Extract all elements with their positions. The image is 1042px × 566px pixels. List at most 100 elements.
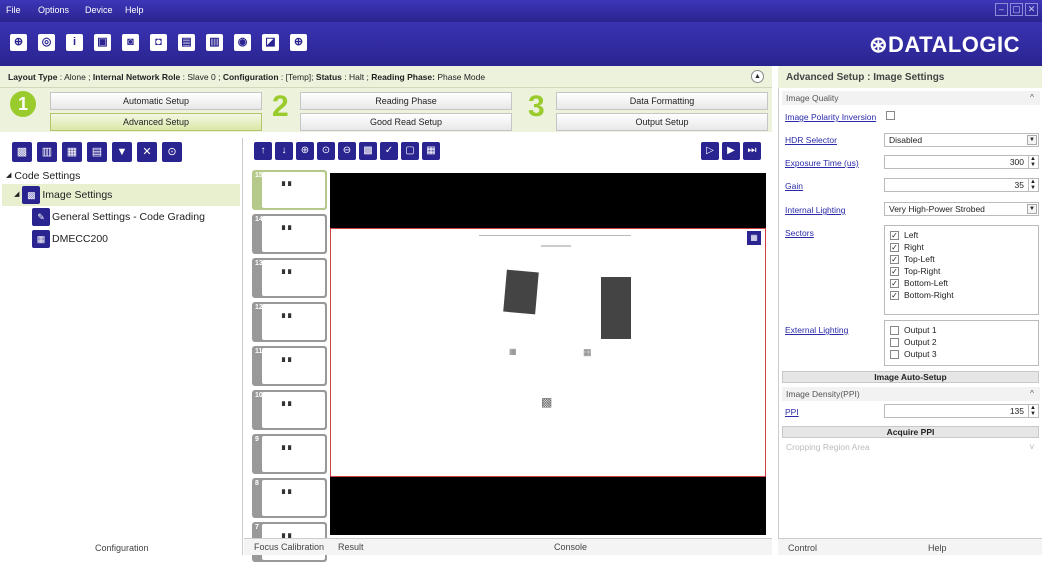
gain-input[interactable]: 35 ▲ ▼ xyxy=(884,178,1039,192)
barcode-icon[interactable]: ▥ xyxy=(37,142,57,162)
save-image-icon[interactable]: ▩ xyxy=(359,142,377,160)
tree-item-image-settings[interactable]: ◢ ▩ Image Settings xyxy=(2,184,240,206)
help-tab[interactable]: Help xyxy=(928,543,947,553)
camera-icon[interactable]: ◙ xyxy=(122,34,139,51)
cropping-region-section[interactable]: Cropping Region Area v xyxy=(782,440,1040,454)
checkbox[interactable] xyxy=(890,349,899,359)
checkbox-checked[interactable]: ✓ xyxy=(890,266,899,276)
frame-icon[interactable]: ▢ xyxy=(401,142,419,160)
spinner-icon[interactable]: ▲ ▼ xyxy=(1028,156,1037,168)
chevron-down-icon[interactable]: v xyxy=(1030,441,1034,451)
sector-bottom-right[interactable]: ✓ Bottom-Right xyxy=(890,289,1033,301)
menu-file[interactable]: File xyxy=(6,5,21,15)
acquire-ppi-button[interactable]: Acquire PPI xyxy=(782,426,1039,438)
hdr-selector-label[interactable]: HDR Selector xyxy=(785,135,837,145)
sector-top-left[interactable]: ✓ Top-Left xyxy=(890,253,1033,265)
sector-right[interactable]: ✓ Right xyxy=(890,241,1033,253)
output-2[interactable]: Output 2 xyxy=(890,336,1033,348)
focus-calibration-tab[interactable]: Focus Calibration xyxy=(254,542,324,552)
chevron-down-icon[interactable]: ▼ xyxy=(1027,204,1037,214)
good-read-setup-button[interactable]: Good Read Setup xyxy=(300,113,512,131)
image-density-section[interactable]: Image Density(PPI) ^ xyxy=(782,387,1040,401)
arrow-down-icon[interactable]: ↓ xyxy=(275,142,293,160)
automatic-setup-button[interactable]: Automatic Setup xyxy=(50,92,262,110)
tree-root[interactable]: ◢ Code Settings xyxy=(2,168,240,184)
thumbnail[interactable]: 11 ▘▘ xyxy=(252,346,327,386)
checkbox[interactable] xyxy=(890,325,899,335)
thumbnail[interactable]: 12 ▘▘ xyxy=(252,302,327,342)
result-tab[interactable]: Result xyxy=(338,542,364,552)
checkbox-checked[interactable]: ✓ xyxy=(890,278,899,288)
internal-lighting-dropdown[interactable]: Very High-Power Strobed ▼ xyxy=(884,202,1039,216)
image-auto-setup-button[interactable]: Image Auto-Setup xyxy=(782,371,1039,383)
info-icon[interactable]: i xyxy=(66,34,83,51)
zoom-in-icon[interactable]: ⊕ xyxy=(296,142,314,160)
data-formatting-button[interactable]: Data Formatting xyxy=(556,92,768,110)
capture-icon[interactable]: ▷ xyxy=(701,142,719,160)
device-icon[interactable]: ◎ xyxy=(38,34,55,51)
sector-left[interactable]: ✓ Left xyxy=(890,229,1033,241)
checkbox-checked[interactable]: ✓ xyxy=(890,290,899,300)
chevron-down-icon[interactable]: ▼ xyxy=(1027,135,1037,145)
arrow-up-icon[interactable]: ↑ xyxy=(254,142,272,160)
window-icon[interactable]: ▣ xyxy=(94,34,111,51)
output-1[interactable]: Output 1 xyxy=(890,324,1033,336)
chevron-up-icon[interactable]: ^ xyxy=(1030,388,1034,398)
delete-icon[interactable]: ✕ xyxy=(137,142,157,162)
filter-icon[interactable]: ▼ xyxy=(112,142,132,162)
checkbox-checked[interactable]: ✓ xyxy=(890,230,899,240)
zoom-out-icon[interactable]: ⊖ xyxy=(338,142,356,160)
chevron-up-icon[interactable]: ^ xyxy=(1030,92,1034,102)
zoom-fit-icon[interactable]: ⊙ xyxy=(317,142,335,160)
hdr-selector-dropdown[interactable]: Disabled ▼ xyxy=(884,133,1039,147)
check-icon[interactable]: ✓ xyxy=(380,142,398,160)
target-icon[interactable]: ⊕ xyxy=(290,34,307,51)
load-icon[interactable]: ▥ xyxy=(206,34,223,51)
menu-device[interactable]: Device xyxy=(85,5,113,15)
spinner-icon[interactable]: ▲ ▼ xyxy=(1028,405,1037,417)
ppi-input[interactable]: 135 ▲ ▼ xyxy=(884,404,1039,418)
output-setup-button[interactable]: Output Setup xyxy=(556,113,768,131)
close-button[interactable]: ✕ xyxy=(1025,3,1038,16)
code-type-icon[interactable]: ▦ xyxy=(747,231,761,245)
thumbnail[interactable]: 15 ▘▘ xyxy=(252,170,327,210)
capture-icon[interactable]: ◉ xyxy=(234,34,251,51)
checkbox-checked[interactable]: ✓ xyxy=(890,254,899,264)
image-polarity-inversion-checkbox[interactable] xyxy=(886,111,895,120)
step-icon[interactable]: ⏭ xyxy=(743,142,761,160)
captured-image[interactable]: ▦ ▦ ▩ ▦ xyxy=(330,228,766,477)
menu-help[interactable]: Help xyxy=(125,5,144,15)
connect-icon[interactable]: ⊕ xyxy=(10,34,27,51)
external-lighting-label[interactable]: External Lighting xyxy=(785,325,848,335)
spinner-icon[interactable]: ▲ ▼ xyxy=(1028,179,1037,191)
image-quality-section[interactable]: Image Quality ^ xyxy=(782,91,1040,105)
thumbnail[interactable]: 8 ▘▘ xyxy=(252,478,327,518)
thumbnail[interactable]: 9 ▘▘ xyxy=(252,434,327,474)
exposure-time-label[interactable]: Exposure Time (us) xyxy=(785,158,859,168)
internal-lighting-label[interactable]: Internal Lighting xyxy=(785,205,846,215)
camera-settings-icon[interactable]: ◘ xyxy=(150,34,167,51)
minimize-button[interactable]: – xyxy=(995,3,1008,16)
thumbnail[interactable]: 10 ▘▘ xyxy=(252,390,327,430)
reading-phase-button[interactable]: Reading Phase xyxy=(300,92,512,110)
play-icon[interactable]: ▶ xyxy=(722,142,740,160)
datamatrix-icon[interactable]: ▦ xyxy=(62,142,82,162)
sectors-label[interactable]: Sectors xyxy=(785,228,814,238)
grid-icon[interactable]: ▦ xyxy=(422,142,440,160)
control-tab[interactable]: Control xyxy=(788,543,817,553)
expand-icon[interactable]: ◢ xyxy=(14,184,19,206)
tree-item-dmecc200[interactable]: ▦ DMECC200 xyxy=(2,228,240,250)
save-icon[interactable]: ▤ xyxy=(178,34,195,51)
thumbnail[interactable]: 14 ▘▘ xyxy=(252,214,327,254)
checkbox-checked[interactable]: ✓ xyxy=(890,242,899,252)
menu-options[interactable]: Options xyxy=(38,5,69,15)
thumbnail[interactable]: 13 ▘▘ xyxy=(252,258,327,298)
collapse-icon[interactable]: ▲ xyxy=(751,70,764,83)
sector-top-right[interactable]: ✓ Top-Right xyxy=(890,265,1033,277)
tree-item-general-settings[interactable]: ✎ General Settings - Code Grading xyxy=(2,206,240,228)
io-icon[interactable]: ◪ xyxy=(262,34,279,51)
advanced-setup-button[interactable]: Advanced Setup xyxy=(50,113,262,131)
ppi-label[interactable]: PPI xyxy=(785,407,799,417)
image-polarity-inversion-label[interactable]: Image Polarity Inversion xyxy=(785,112,876,122)
postal-code-icon[interactable]: ▤ xyxy=(87,142,107,162)
